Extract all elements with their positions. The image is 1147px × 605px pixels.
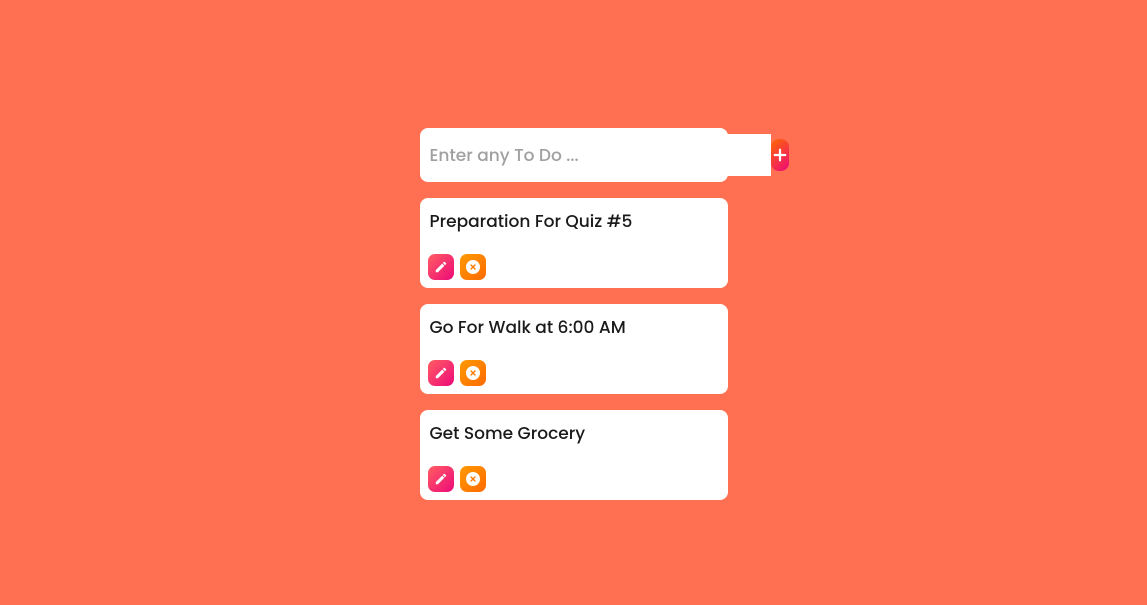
- close-circle-icon: [466, 260, 480, 274]
- todo-actions: [428, 360, 720, 386]
- todo-card: Get Some Grocery: [420, 410, 728, 500]
- todo-card: Go For Walk at 6:00 AM: [420, 304, 728, 394]
- edit-button[interactable]: [428, 360, 454, 386]
- todo-list: Preparation For Quiz #5 Go For Walk at 6:…: [420, 198, 728, 516]
- todo-text: Get Some Grocery: [428, 420, 720, 446]
- delete-button[interactable]: [460, 466, 486, 492]
- todo-input-row: [420, 128, 728, 182]
- todo-actions: [428, 254, 720, 280]
- todo-input[interactable]: [426, 134, 771, 176]
- pencil-icon: [434, 366, 448, 380]
- delete-button[interactable]: [460, 254, 486, 280]
- plus-icon: [771, 146, 789, 164]
- close-circle-icon: [466, 366, 480, 380]
- close-circle-icon: [466, 472, 480, 486]
- delete-button[interactable]: [460, 360, 486, 386]
- todo-card: Preparation For Quiz #5: [420, 198, 728, 288]
- pencil-icon: [434, 260, 448, 274]
- add-todo-button[interactable]: [771, 139, 789, 171]
- pencil-icon: [434, 472, 448, 486]
- todo-text: Preparation For Quiz #5: [428, 208, 720, 234]
- edit-button[interactable]: [428, 466, 454, 492]
- todo-actions: [428, 466, 720, 492]
- edit-button[interactable]: [428, 254, 454, 280]
- todo-text: Go For Walk at 6:00 AM: [428, 314, 720, 340]
